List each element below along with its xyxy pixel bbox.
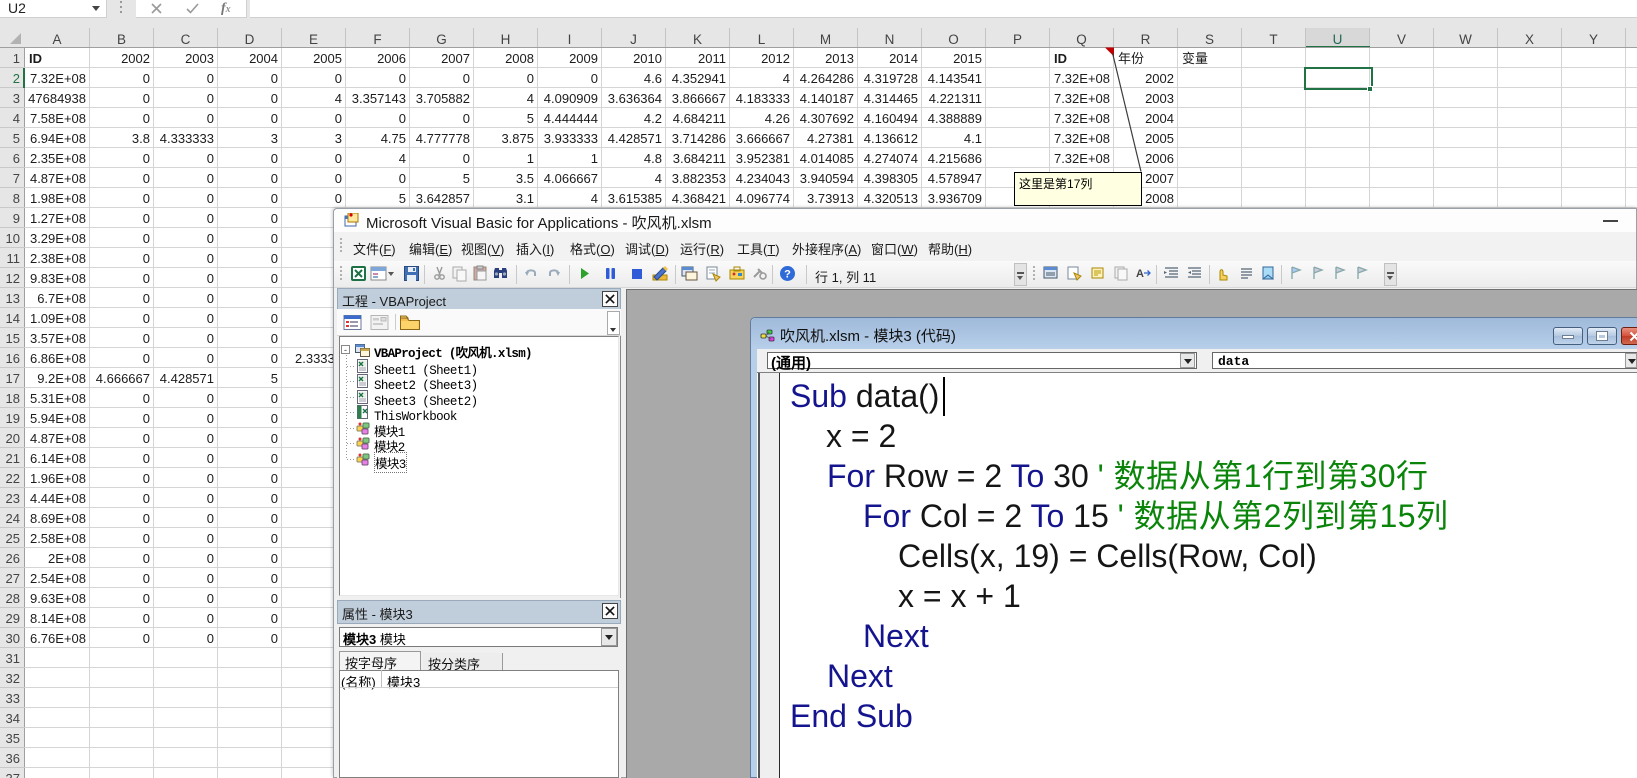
svg-text:?: ? — [784, 269, 791, 281]
svg-text:A: A — [1136, 268, 1144, 280]
